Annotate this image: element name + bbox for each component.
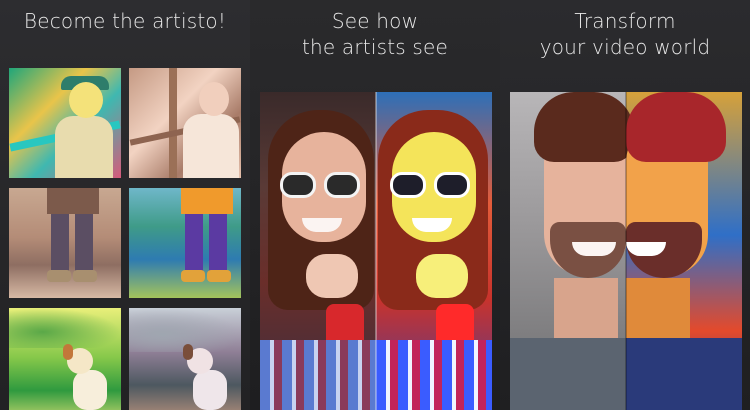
panel-become-artisto: Become the artisto! [0, 0, 250, 410]
photo-legs-filtered [129, 188, 241, 298]
photo-girl-cap-filtered [9, 68, 121, 178]
photo-dog-sketch [129, 308, 241, 410]
photo-girl-cap-original [129, 68, 241, 178]
app-promo-banner: Become the artisto! See how the artists … [0, 0, 750, 410]
photo-dog-filtered [9, 308, 121, 410]
split-divider [375, 92, 377, 410]
photo-legs-original [9, 188, 121, 298]
photo-woman-sunglasses-split [260, 92, 492, 410]
panel-transform-video-world: Transform your video world [500, 0, 750, 410]
split-divider [625, 92, 627, 410]
caption-panel-2: See how the artists see [301, 9, 449, 59]
caption-panel-3: Transform your video world [539, 9, 711, 59]
photo-man-split [510, 92, 742, 410]
caption-panel-1: Become the artisto! [23, 9, 227, 33]
panel-see-how-artists-see: See how the artists see [250, 0, 500, 410]
